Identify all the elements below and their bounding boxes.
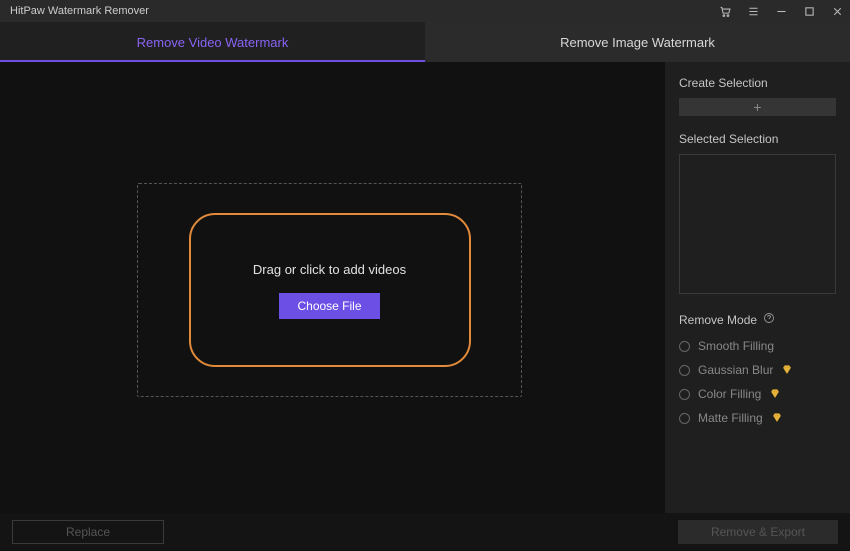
workspace: Drag or click to add videos Choose File [0,62,665,513]
tab-remove-video[interactable]: Remove Video Watermark [0,22,425,62]
premium-icon [771,412,783,424]
tab-remove-image[interactable]: Remove Image Watermark [425,22,850,62]
selection-box [679,154,836,294]
app-title: HitPaw Watermark Remover [10,5,718,17]
mode-label: Matte Filling [698,411,763,425]
premium-icon [781,364,793,376]
tabs: Remove Video Watermark Remove Image Wate… [0,22,850,62]
premium-icon [769,388,781,400]
close-icon[interactable] [830,4,844,18]
minimize-icon[interactable] [774,4,788,18]
remove-export-button[interactable]: Remove & Export [678,520,838,544]
mode-gaussian-blur[interactable]: Gaussian Blur [679,363,836,377]
maximize-icon[interactable] [802,4,816,18]
titlebar-controls [718,4,844,18]
selected-selection-label: Selected Selection [679,132,836,146]
mode-smooth-filling[interactable]: Smooth Filling [679,339,836,353]
dropzone[interactable]: Drag or click to add videos Choose File [137,183,522,397]
dropzone-inner[interactable]: Drag or click to add videos Choose File [189,213,471,367]
radio-icon [679,341,690,352]
radio-icon [679,413,690,424]
choose-file-button[interactable]: Choose File [279,293,379,319]
remove-mode-label: Remove Mode [679,313,757,327]
create-selection-label: Create Selection [679,76,836,90]
radio-icon [679,389,690,400]
menu-icon[interactable] [746,4,760,18]
sidebar: Create Selection + Selected Selection Re… [665,62,850,513]
dropzone-text: Drag or click to add videos [253,262,406,277]
create-selection-button[interactable]: + [679,98,836,116]
help-icon[interactable] [763,312,775,327]
radio-icon [679,365,690,376]
mode-matte-filling[interactable]: Matte Filling [679,411,836,425]
mode-label: Smooth Filling [698,339,774,353]
footer: Replace Remove & Export [0,513,850,551]
cart-icon[interactable] [718,4,732,18]
mode-label: Color Filling [698,387,761,401]
main: Drag or click to add videos Choose File … [0,62,850,513]
plus-icon: + [753,99,761,115]
replace-button[interactable]: Replace [12,520,164,544]
remove-mode-header: Remove Mode [679,312,836,327]
mode-color-filling[interactable]: Color Filling [679,387,836,401]
titlebar: HitPaw Watermark Remover [0,0,850,22]
mode-label: Gaussian Blur [698,363,773,377]
